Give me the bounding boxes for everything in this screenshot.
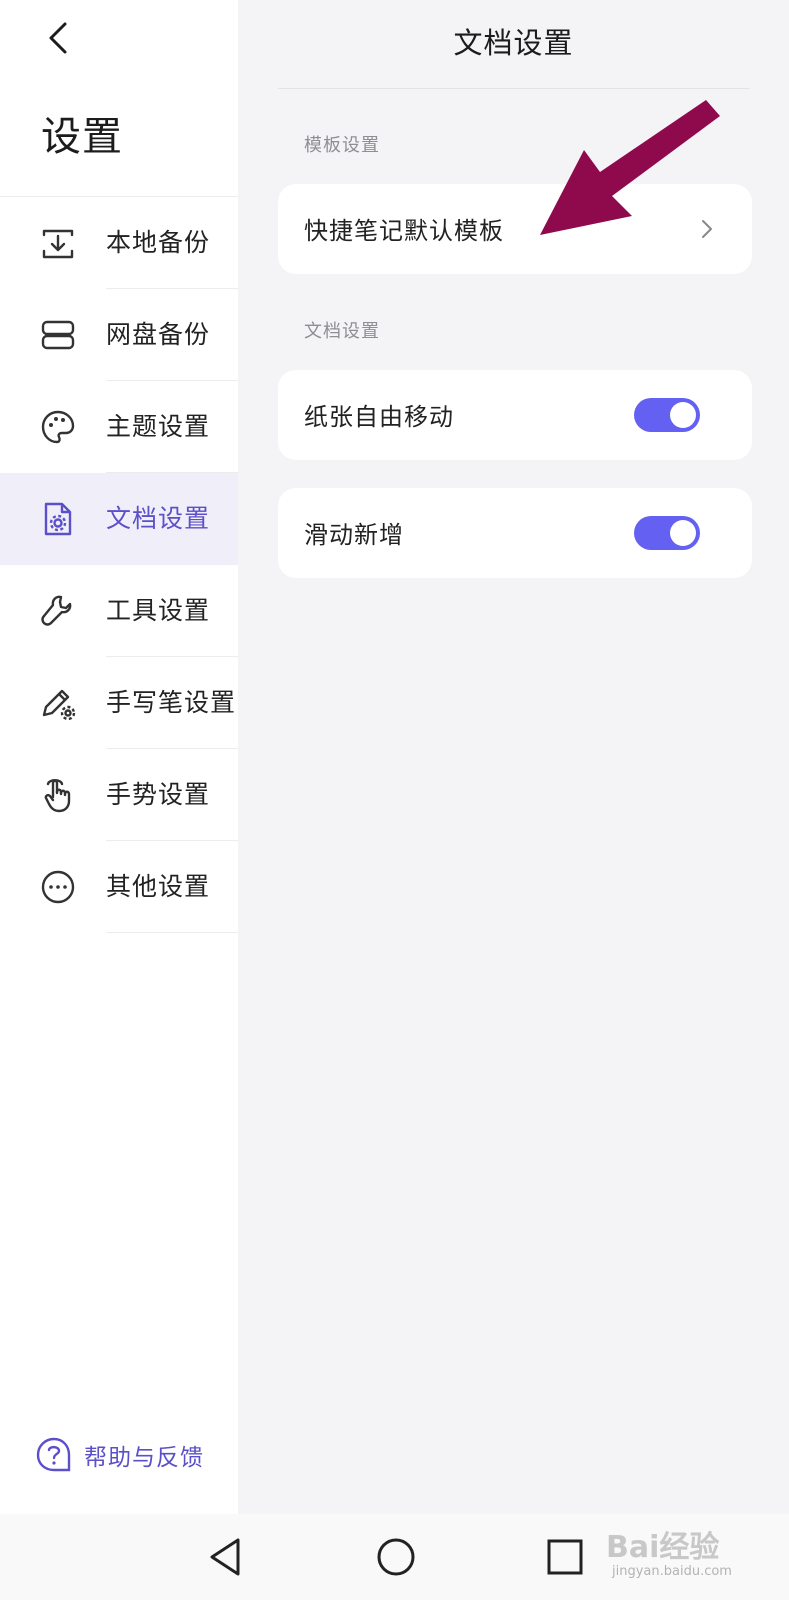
- sidebar-item-gesture[interactable]: 手势设置: [0, 749, 238, 841]
- toggle-knob: [670, 402, 696, 428]
- annotation-arrow-icon: [540, 100, 720, 235]
- sidebar-item-label: 手势设置: [106, 780, 211, 809]
- sidebar-item-label: 工具设置: [106, 596, 211, 625]
- toggle-knob: [670, 520, 696, 546]
- wrench-icon: [40, 593, 76, 629]
- help-feedback-label: 帮助与反馈: [84, 1445, 204, 1471]
- free-paper-move-row: 纸张自由移动: [278, 370, 752, 460]
- sidebar-item-local-backup[interactable]: 本地备份: [0, 197, 238, 289]
- sidebar-item-cloud-backup[interactable]: 网盘备份: [0, 289, 238, 381]
- sidebar-item-label: 其他设置: [106, 872, 211, 901]
- sidebar-item-pen-settings[interactable]: 手写笔设置: [0, 657, 238, 749]
- sidebar-item-label: 网盘备份: [106, 320, 211, 349]
- home-circle-icon[interactable]: [373, 1534, 419, 1580]
- sidebar-item-theme[interactable]: 主题设置: [0, 381, 238, 473]
- sidebar-item-label: 文档设置: [106, 504, 211, 533]
- swipe-add-toggle[interactable]: [634, 516, 700, 550]
- swipe-add-label: 滑动新增: [304, 521, 404, 549]
- gesture-icon: [40, 777, 76, 813]
- free-paper-move-label: 纸张自由移动: [304, 403, 454, 431]
- free-paper-move-toggle[interactable]: [634, 398, 700, 432]
- palette-icon: [40, 409, 76, 445]
- page-title: 文档设置: [453, 26, 574, 60]
- watermark-text: Bai经验: [606, 1530, 720, 1565]
- sidebar-item-label: 本地备份: [106, 228, 211, 257]
- divider: [278, 88, 749, 89]
- sidebar: 设置 本地备份 网盘备份 主题设置 文档设置 工具设置 手写笔设置 手势设置 其…: [0, 0, 238, 1514]
- section-label-template: 模板设置: [304, 135, 380, 156]
- sidebar-item-other[interactable]: 其他设置: [0, 841, 238, 933]
- swipe-add-row: 滑动新增: [278, 488, 752, 578]
- more-icon: [40, 869, 76, 905]
- document-settings-icon: [40, 501, 76, 537]
- sidebar-nav: 本地备份 网盘备份 主题设置 文档设置 工具设置 手写笔设置 手势设置 其他设置: [0, 197, 238, 933]
- sidebar-item-label: 手写笔设置: [106, 688, 237, 717]
- sidebar-item-tools[interactable]: 工具设置: [0, 565, 238, 657]
- recents-square-icon[interactable]: [542, 1534, 588, 1580]
- watermark: Bai经验 jingyan.baidu.com: [606, 1520, 782, 1592]
- sidebar-title: 设置: [41, 114, 123, 160]
- sidebar-item-document-settings[interactable]: 文档设置: [0, 473, 238, 565]
- back-triangle-icon[interactable]: [204, 1534, 250, 1580]
- divider: [106, 932, 238, 933]
- help-feedback-link[interactable]: 帮助与反馈: [36, 1437, 204, 1473]
- local-backup-icon: [40, 225, 76, 261]
- default-template-label: 快捷笔记默认模板: [304, 217, 504, 245]
- section-label-document: 文档设置: [304, 321, 380, 342]
- cloud-backup-icon: [40, 317, 76, 353]
- chevron-left-icon: [49, 22, 67, 54]
- sidebar-item-label: 主题设置: [106, 412, 211, 441]
- pen-settings-icon: [40, 685, 76, 721]
- help-icon: [36, 1437, 71, 1472]
- watermark-subtext: jingyan.baidu.com: [612, 1564, 732, 1579]
- app-screen: 设置 本地备份 网盘备份 主题设置 文档设置 工具设置 手写笔设置 手势设置 其…: [0, 0, 789, 1600]
- back-button[interactable]: [38, 18, 78, 58]
